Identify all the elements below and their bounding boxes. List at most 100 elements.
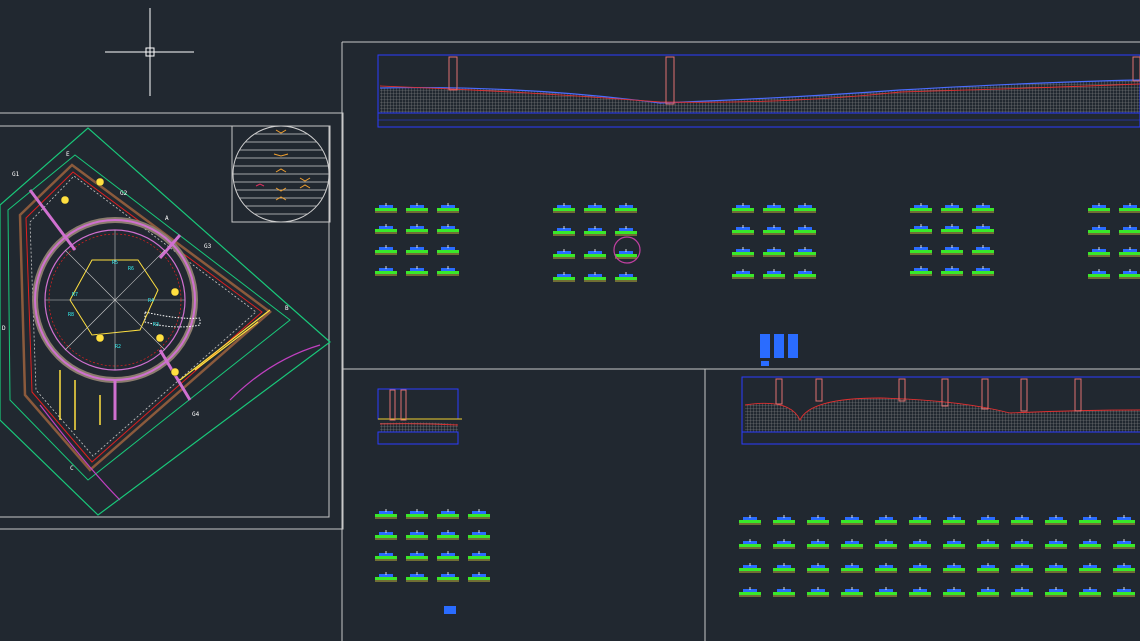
cross-section [1079,587,1101,597]
cross-section [1088,247,1110,257]
block-label: R2 [115,344,121,350]
cross-section [406,572,428,582]
cross-section [841,515,863,525]
cross-section [584,203,606,213]
cross-section [375,245,397,255]
cross-section [841,587,863,597]
cross-section [1113,563,1135,573]
cross-section [977,563,999,573]
cross-section [437,224,459,234]
cross-section [773,587,795,597]
cross-section [732,203,754,213]
crosshair-cursor-icon [105,8,194,96]
point-label: G3 [204,243,212,250]
cross-section [739,515,761,525]
cross-section [1088,269,1110,279]
cross-section [584,226,606,236]
cross-section [763,203,785,213]
cross-section [875,587,897,597]
cross-section [841,563,863,573]
cross-section [437,203,459,213]
cross-section [468,509,490,519]
cross-section [437,572,459,582]
cross-section [375,509,397,519]
cross-section [437,530,459,540]
cross-section [941,245,963,255]
cross-section [807,539,829,549]
profile-bottom-right[interactable] [741,376,1140,445]
cross-section [1011,515,1033,525]
profile-small[interactable] [377,388,462,445]
cross-sections-group[interactable] [375,203,1140,597]
cross-section [941,266,963,276]
cross-section [1011,539,1033,549]
cross-section [437,551,459,561]
cross-section [943,587,965,597]
point-label: B [285,305,289,312]
cross-section [406,203,428,213]
cross-section [1088,225,1110,235]
cross-section [1119,269,1140,279]
cross-section [406,245,428,255]
point-label: C [70,465,74,472]
cross-section [841,539,863,549]
point-label: D [2,325,6,332]
site-plan[interactable]: R5 R6 R7 R8 R4 R3 R2 G1 G2 G3 G4 A B C D… [0,127,331,516]
cross-section [739,539,761,549]
cross-section [553,272,575,282]
cross-section [763,225,785,235]
cross-section [406,509,428,519]
cross-section [468,551,490,561]
cross-section [909,563,931,573]
cross-section [977,587,999,597]
cross-section [375,266,397,276]
block-label: R4 [148,298,154,304]
cross-section [910,266,932,276]
cross-section [875,515,897,525]
cross-section [553,203,575,213]
cross-section [794,269,816,279]
cross-section [943,515,965,525]
cross-section [972,203,994,213]
cross-section [794,247,816,257]
cross-section [763,269,785,279]
cross-section [1011,563,1033,573]
cross-section [615,226,637,236]
cross-section [1045,515,1067,525]
cross-section [375,551,397,561]
cross-section [1119,247,1140,257]
cross-section [553,249,575,259]
point-label: G4 [192,411,200,418]
cross-section [468,530,490,540]
cross-section [977,515,999,525]
block-label: R8 [68,312,74,318]
cross-section [615,249,637,259]
cross-section [615,272,637,282]
cross-section [1113,539,1135,549]
cad-drawing-canvas[interactable]: R5 R6 R7 R8 R4 R3 R2 G1 G2 G3 G4 A B C D… [0,0,1140,641]
cross-section [763,247,785,257]
point-label: E [66,151,70,158]
cross-section [732,269,754,279]
block-label: R5 [112,260,118,266]
cross-section [875,539,897,549]
cross-section [1079,563,1101,573]
cross-section [943,563,965,573]
cross-section [406,266,428,276]
cross-section [941,224,963,234]
cross-section [794,203,816,213]
profile-top[interactable] [377,54,1140,128]
cross-section [732,247,754,257]
point-label: G1 [12,171,20,178]
cross-section [972,245,994,255]
cross-section [807,587,829,597]
cross-section [584,249,606,259]
cross-section [773,539,795,549]
cross-section [1011,587,1033,597]
cross-section [910,245,932,255]
selection-highlight-circle [613,236,641,264]
cross-section [972,224,994,234]
cross-section [941,203,963,213]
cross-section [375,203,397,213]
cross-section [910,203,932,213]
